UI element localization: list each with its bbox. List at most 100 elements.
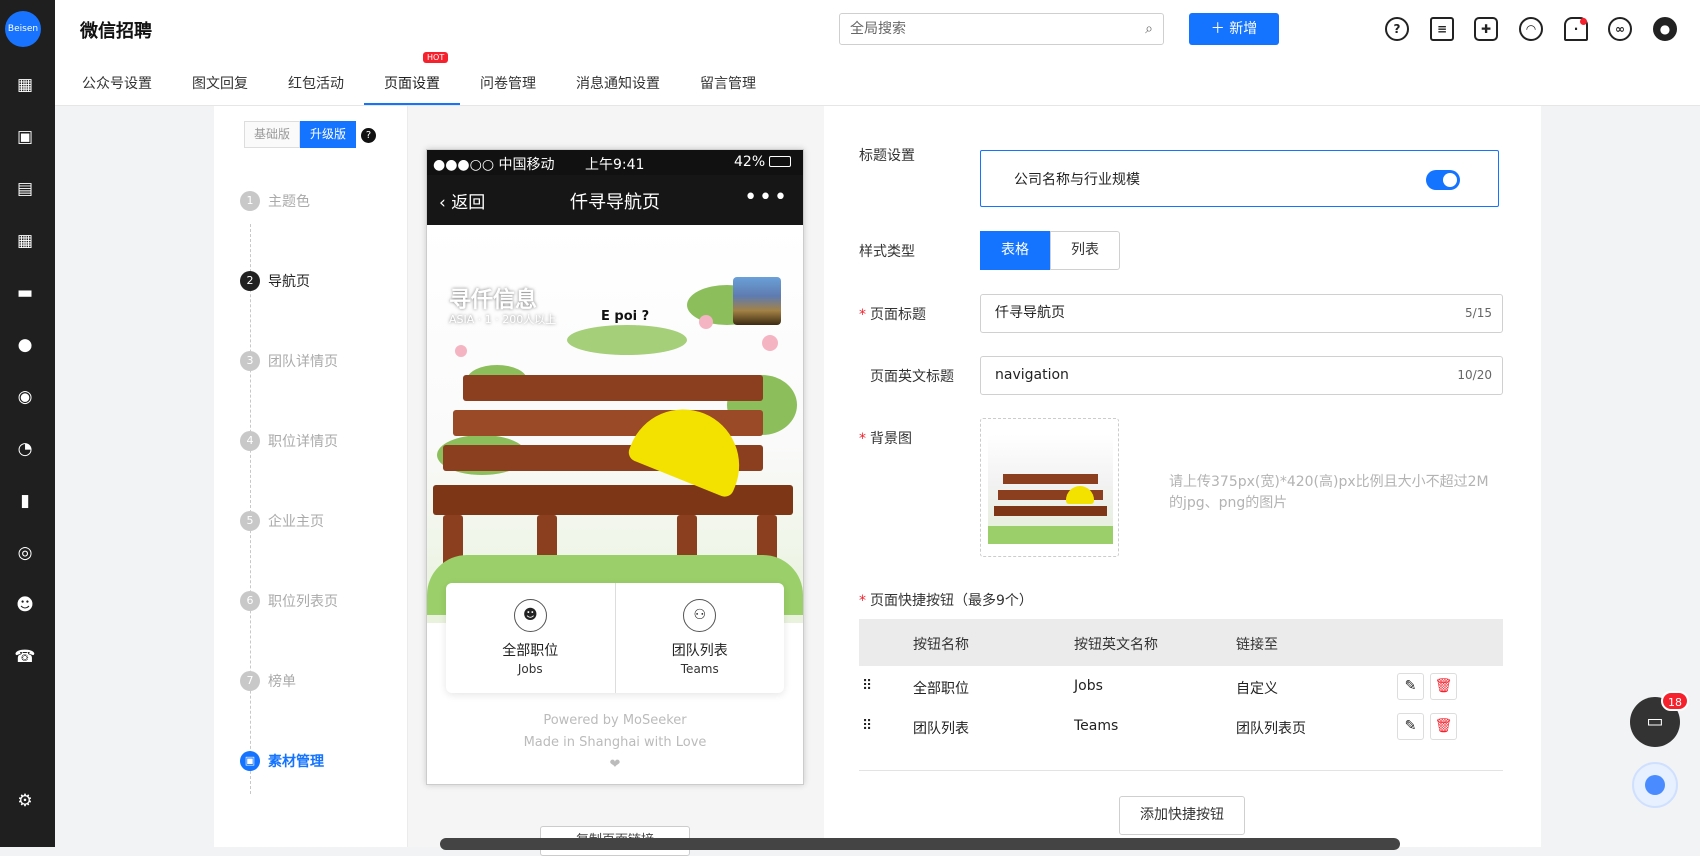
chat-unread-badge: 18 <box>1661 691 1689 711</box>
tab-official-account[interactable]: 公众号设置 <box>82 73 152 93</box>
heart-icon: ❤ <box>609 757 621 772</box>
title-setting-value: 公司名称与行业规模 <box>1014 172 1140 188</box>
style-option-list[interactable]: 列表 <box>1050 231 1120 270</box>
tab-survey[interactable]: 问卷管理 <box>480 73 536 93</box>
more-icon[interactable]: ••• <box>744 185 789 210</box>
team-icon: ⚇ <box>683 599 717 632</box>
col-button-name: 按钮名称 <box>913 637 969 653</box>
background-image-upload[interactable] <box>980 418 1119 557</box>
phone-status-bar: ●●●○○ 中国移动 上午9:41 42% <box>427 150 803 175</box>
battery-text: 42% <box>734 154 766 170</box>
page-title-counter: 5/15 <box>1465 306 1492 320</box>
style-option-grid[interactable]: 表格 <box>980 231 1050 270</box>
search-placeholder: 全局搜索 <box>850 21 906 37</box>
table-divider <box>859 770 1503 771</box>
tab-red-packet[interactable]: 红包活动 <box>288 73 344 93</box>
delete-icon[interactable]: 🗑 <box>1430 673 1457 700</box>
battery-icon <box>769 156 791 167</box>
thumb-icon[interactable]: ◉ <box>12 384 38 410</box>
new-button[interactable]: ＋ 新增 <box>1189 13 1279 45</box>
chat-icon: ▭ <box>1646 711 1664 732</box>
upgrade-version-option[interactable]: 升级版 <box>300 121 357 148</box>
edit-icon[interactable]: ✎ <box>1397 713 1424 740</box>
resume-icon[interactable]: ▤ <box>12 176 38 202</box>
notification-dot <box>1580 18 1587 25</box>
phone-nav-bar: ‹ 返回 仟寻导航页 ••• <box>427 175 803 225</box>
dashboard-icon[interactable]: ▦ <box>12 72 38 98</box>
calendar-icon[interactable]: ▦ <box>12 228 38 254</box>
wechat-icon[interactable]: ● <box>12 332 38 358</box>
steps-connector <box>250 224 251 794</box>
carrier-text: ●●●○○ 中国移动 <box>433 157 555 173</box>
style-type-segmented[interactable]: 表格 列表 <box>980 231 1120 270</box>
global-search-input[interactable]: 全局搜索 ⌕ <box>839 13 1164 45</box>
assistant-bot-icon[interactable] <box>1632 762 1678 808</box>
company-logo-thumbnail <box>733 277 781 325</box>
step-job-list[interactable]: 6 职位列表页 <box>240 591 338 611</box>
pie-chart-icon[interactable]: ◔ <box>12 436 38 462</box>
edit-icon[interactable]: ✎ <box>1397 673 1424 700</box>
step-theme-color[interactable]: 1 主题色 <box>240 191 310 211</box>
phone-icon[interactable]: ☎ <box>12 644 38 670</box>
page-en-title-counter: 10/20 <box>1457 368 1492 382</box>
active-tab-indicator <box>364 103 460 105</box>
help-icon[interactable]: ? <box>1385 17 1409 41</box>
scene-text: E poi ? <box>601 309 650 324</box>
title-setting-label: 标题设置 <box>859 148 915 164</box>
version-toggle[interactable]: 基础版 升级版 <box>244 121 357 148</box>
avatar-icon[interactable]: ● <box>1653 17 1677 41</box>
step-team-detail[interactable]: 3 团队详情页 <box>240 351 338 371</box>
col-button-en-name: 按钮英文名称 <box>1074 637 1158 653</box>
group-icon[interactable]: ☻ <box>12 592 38 618</box>
plus-icon: ＋ <box>1210 21 1225 37</box>
delete-icon[interactable]: 🗑 <box>1430 713 1457 740</box>
headset-icon[interactable]: ◠ <box>1519 17 1543 41</box>
people-search-icon: ☻ <box>513 599 547 632</box>
title-setting-box[interactable]: 公司名称与行业规模 <box>980 150 1499 207</box>
tab-auto-reply[interactable]: 图文回复 <box>192 73 248 93</box>
step-job-detail[interactable]: 4 职位详情页 <box>240 431 338 451</box>
puzzle-icon[interactable]: ✚ <box>1474 17 1498 41</box>
page-title-input[interactable]: 仟寻导航页 5/15 <box>980 294 1503 333</box>
step-navigation-page[interactable]: 2 导航页 <box>240 271 310 291</box>
tab-messages[interactable]: 留言管理 <box>700 73 756 93</box>
bar-chart-icon[interactable]: ▮ <box>12 488 38 514</box>
style-type-label: 样式类型 <box>859 244 915 260</box>
powered-by-footer: Powered by MoSeeker Made in Shanghai wit… <box>427 710 803 776</box>
document-icon[interactable]: ≡ <box>1430 17 1454 41</box>
phone-preview: ●●●○○ 中国移动 上午9:41 42% ‹ 返回 仟寻导航页 ••• 寻仟信… <box>426 149 804 785</box>
link-icon[interactable]: ∞ <box>1608 17 1632 41</box>
drag-handle-icon[interactable]: ⠿ <box>862 718 872 734</box>
help-icon[interactable]: ? <box>361 128 376 143</box>
tab-notification-settings[interactable]: 消息通知设置 <box>576 73 660 93</box>
id-card-icon[interactable]: ▬ <box>12 280 38 306</box>
quick-button-jobs[interactable]: ☻ 全部职位 Jobs <box>446 583 615 693</box>
tab-page-settings[interactable]: 页面设置 <box>384 73 440 93</box>
shortcut-table-header: 按钮名称 按钮英文名称 链接至 <box>859 619 1503 666</box>
page-en-title-label: 页面英文标题 <box>870 369 954 385</box>
title-setting-toggle[interactable] <box>1426 170 1460 190</box>
scene-company-name: 寻仟信息 <box>449 288 538 313</box>
table-row: ⠿ 全部职位 Jobs 自定义 ✎ 🗑 <box>859 667 1503 707</box>
col-link-to: 链接至 <box>1236 637 1278 653</box>
page-title-label: * 页面标题 <box>859 307 926 323</box>
image-icon: ▣ <box>240 751 260 771</box>
shortcut-buttons-label: * 页面快捷按钮（最多9个） <box>859 593 1033 609</box>
step-company-home[interactable]: 5 企业主页 <box>240 511 324 531</box>
basic-version-option[interactable]: 基础版 <box>244 121 301 148</box>
left-rail: Beisen ▦ ▣ ▤ ▦ ▬ ● ◉ ◔ ▮ ◎ ☻ ☎ ⚙ <box>0 0 55 847</box>
briefcase-icon[interactable]: ▣ <box>12 124 38 150</box>
page-en-title-input[interactable]: navigation 10/20 <box>980 356 1503 395</box>
add-shortcut-button[interactable]: 添加快捷按钮 <box>1119 796 1245 835</box>
drag-handle-icon[interactable]: ⠿ <box>862 678 872 694</box>
settings-icon[interactable]: ⚙ <box>12 788 38 814</box>
scene-company-subtitle: ASIA · 1 · 200人以上 <box>449 313 557 326</box>
background-image: 寻仟信息 ASIA · 1 · 200人以上 E poi ? <box>427 225 803 623</box>
step-ranking[interactable]: 7 榜单 <box>240 671 296 691</box>
person-circle-icon[interactable]: ◎ <box>12 540 38 566</box>
app-logo[interactable]: Beisen <box>5 11 41 47</box>
step-asset-management[interactable]: ▣ 素材管理 <box>240 751 324 771</box>
background-image-preview <box>988 434 1113 544</box>
search-icon[interactable]: ⌕ <box>1145 14 1153 44</box>
quick-button-teams[interactable]: ⚇ 团队列表 Teams <box>614 583 785 693</box>
